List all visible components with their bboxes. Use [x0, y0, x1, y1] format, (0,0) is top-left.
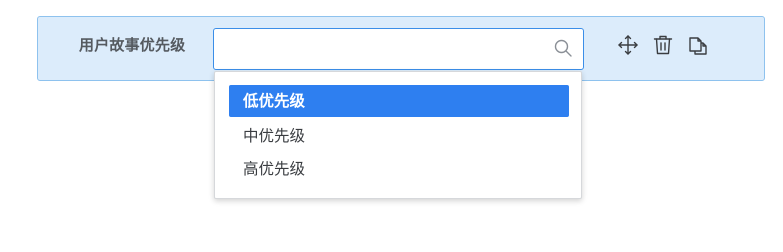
copy-icon[interactable]: [686, 33, 710, 57]
option-medium-priority[interactable]: 中优先级: [229, 120, 569, 152]
trash-icon[interactable]: [651, 33, 675, 57]
field-label: 用户故事优先级: [79, 36, 186, 54]
priority-dropdown: 低优先级 中优先级 高优先级: [214, 71, 582, 199]
option-low-priority[interactable]: 低优先级: [229, 85, 569, 117]
priority-select-input[interactable]: [213, 28, 584, 70]
search-icon: [554, 39, 572, 57]
move-icon[interactable]: [616, 33, 640, 57]
option-high-priority[interactable]: 高优先级: [229, 153, 569, 185]
